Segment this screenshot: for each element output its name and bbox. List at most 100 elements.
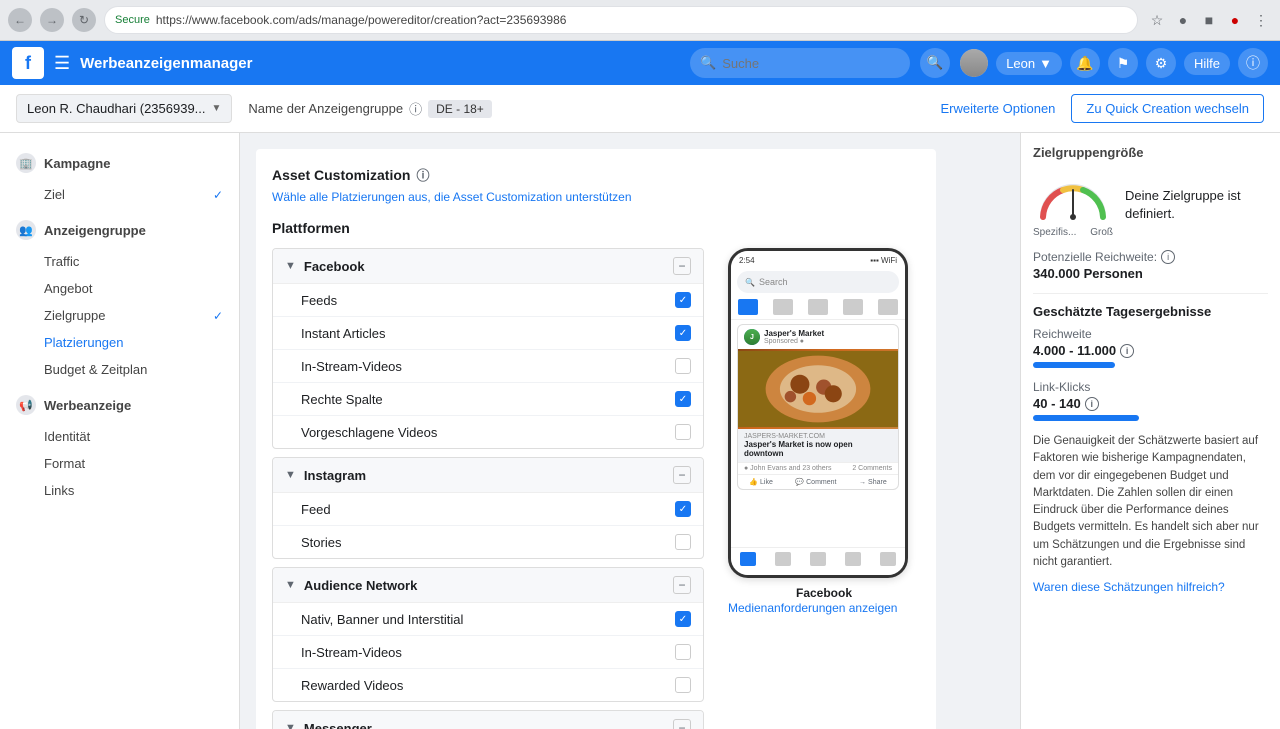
reach-value: 340.000 Personen [1033,266,1268,281]
bottom-home-icon [740,552,756,566]
placement-rechte-spalte: Rechte Spalte ✓ [273,383,703,416]
sidebar-section-werbeanzeige: 📢 Werbeanzeige Identität Format Links [0,387,239,504]
platform-messenger-header[interactable]: ▼ Messenger − [273,711,703,729]
media-requirements-link[interactable]: Medienanforderungen anzeigen [728,601,897,615]
settings-button[interactable]: ⚙ [1146,48,1176,78]
sidebar-item-links[interactable]: Links [0,477,239,504]
vorgeschlagene-videos-checkbox[interactable] [675,424,691,440]
bottom-marketplace-icon [810,552,826,566]
bottom-menu-icon [880,552,896,566]
sidebar-item-identitaet[interactable]: Identität [0,423,239,450]
post-meta: Jasper's Market Sponsored ● [764,329,824,345]
platform-audience-network-header[interactable]: ▼ Audience Network − [273,568,703,603]
chevron-down-icon: ▼ [285,579,296,591]
back-button[interactable]: ← [8,8,32,32]
reach-info-icon[interactable]: i [1161,250,1175,264]
url-text: https://www.facebook.com/ads/manage/powe… [156,13,567,27]
share-action[interactable]: → Share [859,478,887,486]
notifications-button[interactable]: 🔔 [1070,48,1100,78]
hamburger-button[interactable]: ☰ [54,53,70,74]
extension-button2[interactable]: ■ [1198,9,1220,31]
placement-feed: Feed ✓ [273,493,703,526]
sidebar-item-zielgruppe[interactable]: Zielgruppe ✓ [0,302,239,329]
chevron-down-icon: ▼ [285,469,296,481]
extension-button1[interactable]: ● [1172,9,1194,31]
refresh-button[interactable]: ↻ [72,8,96,32]
gauge-container: Spezifis... Groß Deine Zielgruppe ist de… [1033,172,1268,238]
phone-signal: ▪▪▪ WiFi [870,256,897,265]
sidebar-section-kampagne-header[interactable]: 🏢 Kampagne [0,145,239,181]
menu-button[interactable]: ⋮ [1250,9,1272,31]
stories-checkbox[interactable] [675,534,691,550]
platform-facebook-header[interactable]: ▼ Facebook − [273,249,703,284]
platform-name-messenger: Messenger [304,721,673,729]
bookmark-button[interactable]: ☆ [1146,9,1168,31]
reichweite-info-icon[interactable]: i [1120,344,1134,358]
post-header: J Jasper's Market Sponsored ● [738,325,898,349]
chevron-down-icon: ▼ [285,722,296,729]
share-icon: → [859,479,866,486]
avatar [960,49,988,77]
feeds-checkbox[interactable]: ✓ [675,292,691,308]
forward-button[interactable]: → [40,8,64,32]
address-bar[interactable]: Secure https://www.facebook.com/ads/mana… [104,6,1138,34]
search-input[interactable] [690,48,910,78]
account-selector[interactable]: Leon R. Chaudhari (2356939... ▼ [16,94,232,123]
gauge-labels: Spezifis... Groß [1033,227,1113,238]
user-menu-button[interactable]: Leon ▼ [996,52,1062,75]
rewarded-videos-checkbox[interactable] [675,677,691,693]
sidebar-item-angebot[interactable]: Angebot [0,275,239,302]
platform-collapse-audience-network[interactable]: − [673,576,691,594]
estimate-description: Die Genauigkeit der Schätzwerte basiert … [1033,433,1268,571]
asset-customization-link[interactable]: Wähle alle Platzierungen aus, die Asset … [272,190,920,204]
like-icon: 👍 [749,478,758,486]
platform-instagram-header[interactable]: ▼ Instagram − [273,458,703,493]
reichweite-value: 4.000 - 11.000 i [1033,343,1268,358]
fb-bottom-nav [731,547,905,575]
platform-collapse-instagram[interactable]: − [673,466,691,484]
instream-videos-checkbox[interactable] [675,358,691,374]
sidebar-section-werbeanzeige-header[interactable]: 📢 Werbeanzeige [0,387,239,423]
sidebar-item-ziel[interactable]: Ziel ✓ [0,181,239,208]
search-submit-button[interactable]: 🔍 [920,48,950,78]
sidebar-section-anzeigengruppe-header[interactable]: 👥 Anzeigengruppe [0,212,239,248]
like-action[interactable]: 👍 Like [749,478,773,486]
sidebar-item-traffic[interactable]: Traffic [0,248,239,275]
browser-actions: ☆ ● ■ ● ⋮ [1146,9,1272,31]
nativ-banner-checkbox[interactable]: ✓ [675,611,691,627]
instream-videos-an-checkbox[interactable] [675,644,691,660]
sidebar-item-platzierungen[interactable]: Platzierungen [0,329,239,356]
chevron-down-icon: ▼ [212,103,222,114]
info-icon[interactable]: ⓘ [416,165,429,184]
content-inner: Asset Customization ⓘ Wähle alle Platzie… [256,149,936,729]
reichweite-label: Reichweite [1033,327,1268,341]
hilfe-button[interactable]: Hilfe [1184,52,1230,75]
instant-articles-checkbox[interactable]: ✓ [675,325,691,341]
placement-instant-articles: Instant Articles ✓ [273,317,703,350]
sidebar-item-label: Platzierungen [44,335,124,350]
reichweite-bar [1033,362,1115,368]
sidebar-item-format[interactable]: Format [0,450,239,477]
feed-checkbox[interactable]: ✓ [675,501,691,517]
quick-create-button[interactable]: Zu Quick Creation wechseln [1071,94,1264,123]
platform-collapse-messenger[interactable]: − [673,719,691,729]
helpful-link[interactable]: Waren diese Schätzungen hilfreich? [1033,580,1225,594]
rechte-spalte-checkbox[interactable]: ✓ [675,391,691,407]
account-name: Leon R. Chaudhari (2356939... [27,101,206,116]
platform-collapse-facebook[interactable]: − [673,257,691,275]
anzeigengruppe-label: Anzeigengruppe [44,223,146,238]
link-klicks-info-icon[interactable]: i [1085,397,1099,411]
flag-button[interactable]: ⚑ [1108,48,1138,78]
advanced-options-button[interactable]: Erweiterte Optionen [941,101,1056,116]
link-klicks-bar [1033,415,1139,421]
extension-button3[interactable]: ● [1224,9,1246,31]
comment-action[interactable]: 💬 Comment [795,478,836,486]
placement-nativ-banner: Nativ, Banner und Interstitial ✓ [273,603,703,636]
reichweite-section: Reichweite 4.000 - 11.000 i [1033,327,1268,368]
sidebar-item-budget-zeitplan[interactable]: Budget & Zeitplan [0,356,239,383]
reactions-text: ● John Evans and 23 others [744,465,832,472]
app-title: Werbeanzeigenmanager [80,55,680,72]
app-header: f ☰ Werbeanzeigenmanager 🔍 🔍 Leon ▼ 🔔 ⚑ … [0,41,1280,85]
sidebar-section-anzeigengruppe: 👥 Anzeigengruppe Traffic Angebot Zielgru… [0,212,239,383]
help-icon-button[interactable]: ⓘ [1238,48,1268,78]
